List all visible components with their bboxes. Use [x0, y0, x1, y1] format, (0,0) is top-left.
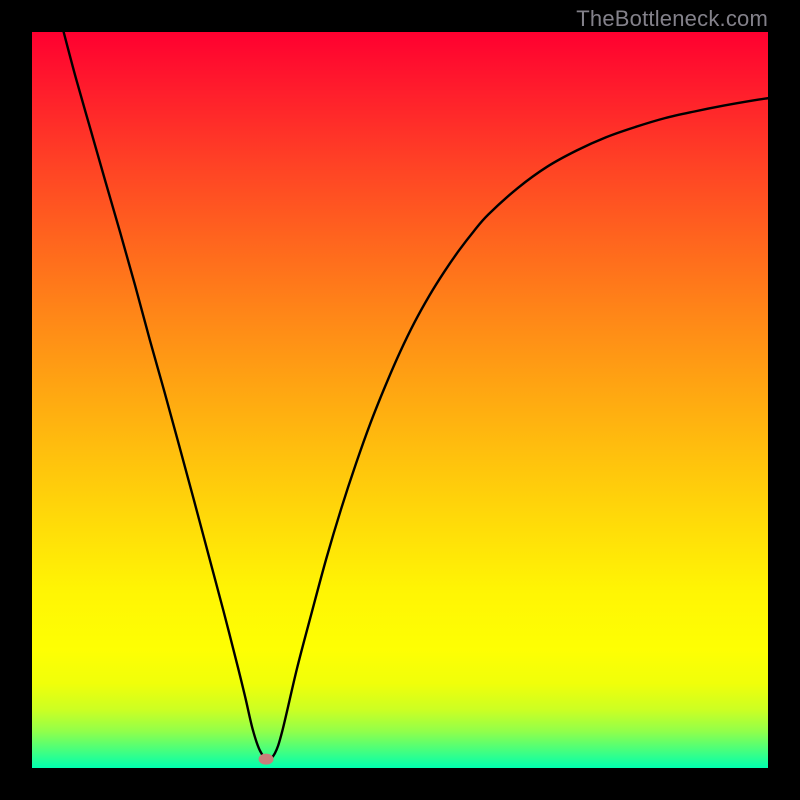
marker-dot	[259, 754, 274, 765]
chart-background	[32, 32, 768, 768]
chart-svg	[32, 32, 768, 768]
watermark-text: TheBottleneck.com	[576, 6, 768, 32]
chart-plot-area	[32, 32, 768, 768]
